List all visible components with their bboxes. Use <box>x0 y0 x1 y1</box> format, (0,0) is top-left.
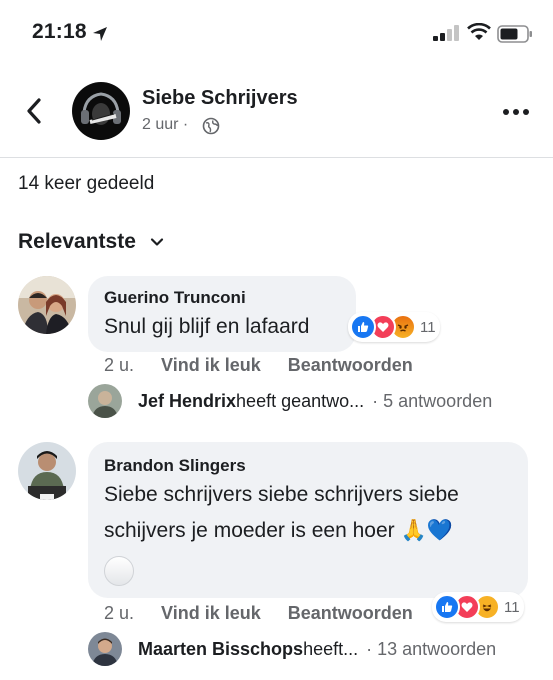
comment-text: Snul gij blijf en lafaard <box>104 315 310 338</box>
comment-time: 2 u. <box>104 355 135 375</box>
reaction-summary[interactable]: 11 <box>348 312 440 342</box>
sort-label: Relevantste <box>18 230 136 253</box>
comment-time: 2 u. <box>104 603 135 623</box>
page-avatar[interactable] <box>72 82 130 140</box>
reaction-count: 11 <box>420 318 436 336</box>
reply-thread-link[interactable]: Maarten Bisschops heeft... · 13 antwoord… <box>88 632 496 666</box>
reply-author: Jef Hendrix <box>138 390 237 411</box>
like-button[interactable]: Vind ik leuk <box>161 603 261 623</box>
battery-icon <box>497 25 532 43</box>
comment-text-line-1: Siebe schrijvers siebe schrijvers siebe <box>104 483 459 506</box>
like-reaction-icon <box>434 594 460 620</box>
wifi-icon <box>467 23 491 40</box>
page-name[interactable]: Siebe Schrijvers <box>142 87 298 110</box>
reaction-count: 11 <box>504 598 520 616</box>
signal-icon <box>433 25 459 41</box>
comment-actions: 2 u. Vind ik leuk Beantwoorden <box>104 603 413 624</box>
comment-text-body: schijvers je moeder is een hoer <box>104 519 395 542</box>
reply-count: · 5 antwoorden <box>372 390 493 411</box>
blue-heart-emoji: 💙 <box>426 519 453 542</box>
seen-indicator-icon <box>104 556 134 586</box>
comment-bubble[interactable]: Guerino Trunconi Snul gij blijf en lafaa… <box>88 276 356 352</box>
comment-avatar[interactable] <box>18 276 76 334</box>
reaction-summary[interactable]: 11 <box>432 592 524 622</box>
location-arrow-icon <box>93 27 107 41</box>
reply-author: Maarten Bisschops <box>138 638 304 659</box>
avatar-photo <box>18 442 76 500</box>
pray-emoji: 🙏 <box>400 519 427 542</box>
globe-icon <box>202 117 220 135</box>
reply-count: · 13 antwoorden <box>366 638 497 659</box>
comment-actions: 2 u. Vind ik leuk Beantwoorden <box>104 355 413 376</box>
comment-author[interactable]: Brandon Slingers <box>104 456 246 476</box>
post-time-text: 2 uur <box>142 116 179 133</box>
reply-text: heeft... <box>303 638 359 659</box>
reply-avatar <box>88 384 122 418</box>
reply-text: heeft geantwo... <box>236 390 365 411</box>
comment-text-line-2: schijvers je moeder is een hoer 🙏💙 <box>104 514 453 548</box>
back-button[interactable] <box>20 96 50 126</box>
more-options-button[interactable] <box>501 102 531 122</box>
share-count[interactable]: 14 keer gedeeld <box>18 173 154 195</box>
reply-avatar <box>88 632 122 666</box>
like-reaction-icon <box>350 314 376 340</box>
page-avatar-image <box>73 83 129 139</box>
chevron-down-icon <box>150 238 163 246</box>
comment-author[interactable]: Guerino Trunconi <box>104 288 246 308</box>
comment-avatar[interactable] <box>18 442 76 500</box>
comment-bubble[interactable]: Brandon Slingers Siebe schrijvers siebe … <box>88 442 528 598</box>
reply-avatar-photo <box>88 632 122 666</box>
reply-button[interactable]: Beantwoorden <box>288 355 413 375</box>
post-time: 2 uur · <box>142 116 188 134</box>
reply-button[interactable]: Beantwoorden <box>288 603 413 623</box>
header-divider <box>0 157 553 158</box>
post-time-separator: · <box>182 116 189 133</box>
avatar-photo <box>18 276 76 334</box>
reply-thread-link[interactable]: Jef Hendrix heeft geantwo... · 5 antwoor… <box>88 384 492 418</box>
reply-avatar-photo <box>88 384 122 418</box>
sort-dropdown[interactable]: Relevantste <box>18 230 164 254</box>
status-time: 21:18 <box>32 20 87 43</box>
like-button[interactable]: Vind ik leuk <box>161 355 261 375</box>
